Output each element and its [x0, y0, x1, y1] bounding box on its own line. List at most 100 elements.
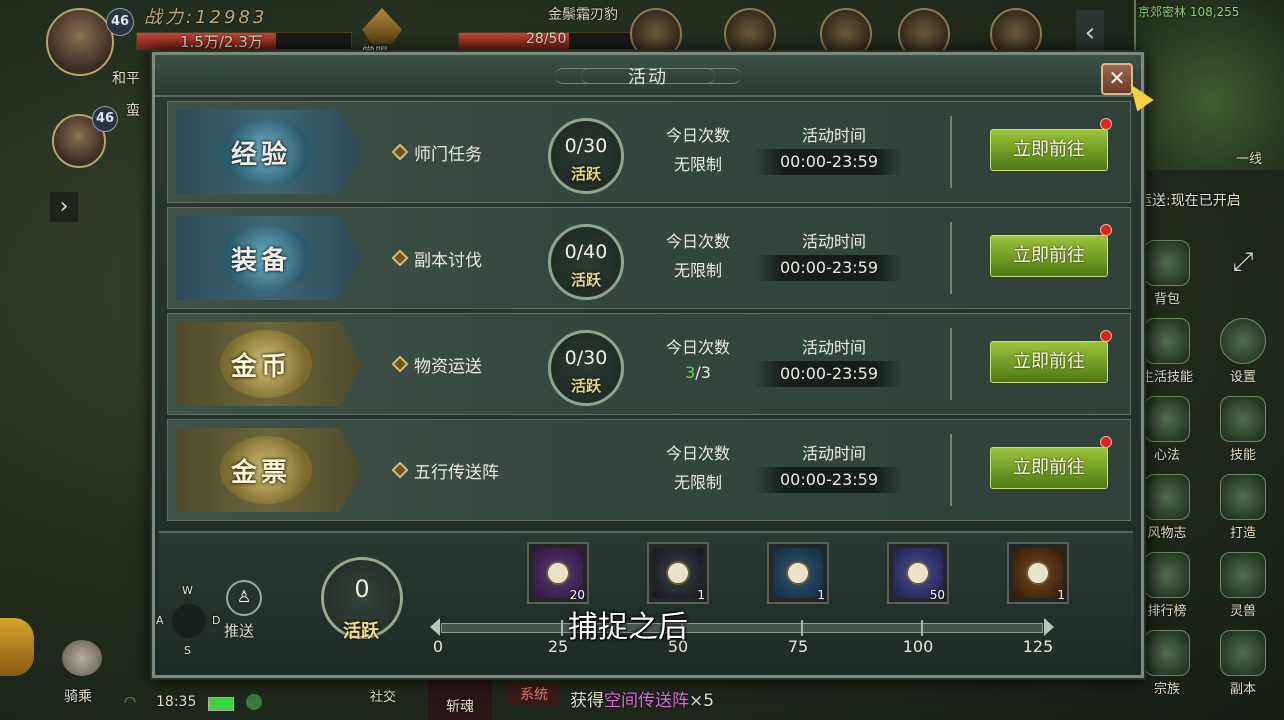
soul-button[interactable]: 斩魂: [428, 674, 492, 720]
virtual-joystick[interactable]: W A D S: [156, 578, 220, 662]
go-now-button[interactable]: 立即前往: [990, 235, 1108, 277]
track-tick-label: 125: [1022, 637, 1054, 656]
side-button-clan[interactable]: 宗族: [1136, 630, 1198, 697]
meditation-icon: [1144, 396, 1190, 442]
map-location: 京郊密林 108,255: [1138, 5, 1240, 19]
player-name: 和平: [112, 71, 140, 87]
reward-chest-slot[interactable]: 20: [527, 542, 589, 604]
notification-dot: [1100, 118, 1112, 130]
push-label: 推送: [224, 622, 255, 640]
diamond-bullet-icon: [391, 461, 409, 479]
line-label[interactable]: 一线: [1236, 148, 1262, 167]
track-tick: [801, 620, 803, 636]
track-tick: [561, 620, 563, 636]
time-header: 活动时间: [801, 444, 866, 463]
push-button[interactable]: ♙ 推送: [218, 580, 268, 640]
expand-icon: ⤢: [1232, 247, 1254, 277]
count-value: 无限制: [673, 261, 722, 280]
count-value: 3/3: [685, 363, 711, 382]
side-button-settings[interactable]: 设置: [1212, 318, 1274, 385]
collapse-arrow-icon[interactable]: ‹: [1076, 10, 1104, 56]
track-tick-label: 100: [902, 637, 934, 656]
time-header: 活动时间: [801, 232, 866, 251]
divider: [950, 116, 952, 188]
total-vitality-tag: 活跃: [343, 621, 379, 642]
time-value: 00:00-23:59: [754, 361, 904, 387]
transport-notice: 运送:现在已开启: [1138, 193, 1241, 209]
system-tag: 系统: [508, 684, 560, 706]
go-now-button[interactable]: 立即前往: [990, 447, 1108, 489]
wifi-icon: ◠: [124, 694, 137, 710]
clan-icon: [1144, 630, 1190, 676]
side-button-pets[interactable]: 灵兽: [1212, 552, 1274, 619]
notification-dot: [1100, 436, 1112, 448]
diamond-bullet-icon: [391, 249, 409, 267]
side-button-mind[interactable]: 心法: [1136, 396, 1198, 463]
activity-name: 物资运送: [391, 352, 482, 377]
lock-icon: [906, 561, 930, 585]
activity-row-4: 金票 五行传送阵 今日次数 无限制 活动时间 00:00-23:59 立即前往: [167, 419, 1131, 521]
social-label[interactable]: 社交: [370, 686, 396, 705]
time-value: 00:00-23:59: [754, 467, 904, 493]
bounty-icon[interactable]: [362, 8, 402, 44]
reward-chest-slot[interactable]: 1: [647, 542, 709, 604]
lock-icon: [666, 561, 690, 585]
side-button-skills[interactable]: 技能: [1212, 396, 1274, 463]
count-header: 今日次数: [665, 444, 730, 463]
horse-icon: [62, 640, 102, 676]
divider: [950, 434, 952, 506]
side-button-forge[interactable]: 打造: [1212, 474, 1274, 541]
system-message: 获得空间传送阵×5: [570, 691, 715, 711]
side-button-ranking[interactable]: 排行榜: [1136, 552, 1198, 619]
category-badge: 金票: [176, 428, 362, 512]
count-header: 今日次数: [665, 126, 730, 145]
vitality-progress-track: [430, 618, 1054, 636]
joystick-knob: [172, 604, 206, 638]
diamond-bullet-icon: [391, 143, 409, 161]
bag-icon: [1144, 240, 1190, 286]
side-button-almanac[interactable]: 风物志: [1136, 474, 1198, 541]
minimap[interactable]: [1134, 0, 1284, 170]
expand-arrow-icon[interactable]: ›: [50, 192, 78, 222]
reward-chest-slot[interactable]: 1: [1007, 542, 1069, 604]
count-header: 今日次数: [665, 232, 730, 251]
teammate-name: 蛮: [126, 103, 140, 119]
mount-button[interactable]: 骑乘: [52, 640, 112, 705]
soul-label: 斩魂: [446, 699, 474, 715]
reward-quantity: 20: [569, 588, 585, 602]
player-avatar[interactable]: [46, 8, 114, 76]
reward-chest-slot[interactable]: 1: [767, 542, 829, 604]
forge-icon: [1220, 474, 1266, 520]
clock: 18:35: [156, 694, 197, 710]
joystick-s: S: [184, 644, 191, 657]
teammate-level-badge: 46: [92, 106, 118, 132]
side-button-life-skills[interactable]: 生活技能: [1136, 318, 1198, 385]
time-header: 活动时间: [801, 126, 866, 145]
activity-row-2: 装备 副本讨伐 0/40 活跃 今日次数 无限制 活动时间 00:00-23:59…: [167, 207, 1131, 309]
battery-icon: [208, 697, 234, 711]
network-icon: [246, 694, 262, 710]
track-tick-label: 0: [432, 637, 444, 656]
diamond-bullet-icon: [391, 355, 409, 373]
player-hp-text: 1.5万/2.3万: [180, 33, 263, 51]
joystick-w: W: [182, 584, 193, 597]
bell-icon: ♙: [226, 580, 262, 616]
target-hp-text: 28/50: [526, 31, 567, 47]
track-tick-label: 75: [787, 637, 809, 656]
fullscreen-button[interactable]: ⤢: [1212, 240, 1274, 286]
side-button-dungeon[interactable]: 副本: [1212, 630, 1274, 697]
ranking-icon: [1144, 552, 1190, 598]
go-now-button[interactable]: 立即前往: [990, 341, 1108, 383]
divider: [950, 222, 952, 294]
player-level-badge: 46: [106, 8, 134, 36]
time-header: 活动时间: [801, 338, 866, 357]
go-now-button[interactable]: 立即前往: [990, 129, 1108, 171]
lock-icon: [1026, 561, 1050, 585]
life-skills-icon: [1144, 318, 1190, 364]
count-value: 无限制: [673, 473, 722, 492]
quest-icon[interactable]: [0, 618, 34, 676]
track-right-arrow-icon: [1044, 618, 1054, 636]
total-vitality-badge: 0 活跃: [313, 557, 409, 642]
side-button-bag[interactable]: 背包: [1136, 240, 1198, 307]
reward-chest-slot[interactable]: 50: [887, 542, 949, 604]
